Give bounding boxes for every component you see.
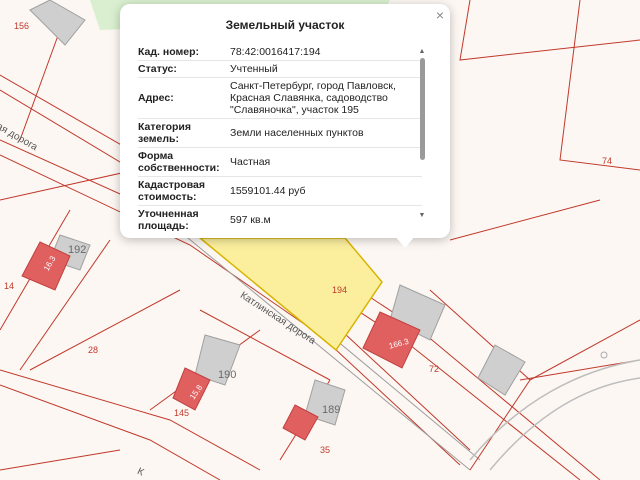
popup-tail <box>395 236 415 248</box>
parcel-label: 72 <box>429 364 440 374</box>
parcel-label: 156 <box>14 21 30 31</box>
attribute-label: Категория земель: <box>138 121 192 145</box>
attribute-label: Статус: <box>138 63 177 75</box>
attribute-row: Адрес: Санкт-Петербург, город Павловск, … <box>138 78 422 119</box>
building-number: 190 <box>218 369 237 381</box>
attribute-row: Кад. номер: 78:42:0016417:194 <box>138 44 422 61</box>
attribute-row: Категория земель: Земли населенных пункт… <box>138 119 422 148</box>
map-marker <box>600 351 608 359</box>
attribute-row: Кадастровая стоимость: 1559101.44 руб <box>138 177 422 206</box>
building-number: 189 <box>322 404 341 416</box>
parcel-boundary <box>0 449 121 471</box>
road-lower <box>0 369 261 471</box>
attribute-value: 597 кв.м <box>230 213 271 226</box>
selected-parcel-label: 194 <box>332 285 348 295</box>
building-number: 192 <box>68 244 87 256</box>
scroll-thumb[interactable] <box>420 58 425 160</box>
building <box>477 344 526 396</box>
attribute-value: 1559101.44 руб <box>230 185 306 197</box>
attribute-value: Земли населенных пунктов <box>230 127 364 139</box>
attribute-label: Кадастровая стоимость: <box>138 179 205 203</box>
attribute-label: Форма собственности: <box>138 150 220 174</box>
attribute-row: Уточненная площадь: 597 кв.м <box>138 206 422 233</box>
attribute-label: Кад. номер: <box>138 46 200 58</box>
scroll-up-icon[interactable]: ▲ <box>418 48 426 56</box>
parcel-label: 35 <box>320 445 331 455</box>
parcel-boundary <box>449 199 601 241</box>
parcel-label: 145 <box>174 408 190 418</box>
parcel-attributes: Кад. номер: 78:42:0016417:194 Статус: Уч… <box>138 44 422 233</box>
attribute-row: Статус: Учтенный <box>138 61 422 78</box>
scroll-down-icon[interactable]: ▼ <box>418 212 426 220</box>
parcel-boundary <box>29 289 181 371</box>
parcel-label: 14 <box>4 281 15 291</box>
attribute-row: Форма собственности: Частная <box>138 148 422 177</box>
parcel-boundary <box>19 29 61 141</box>
parcel-label: 74 <box>602 156 613 166</box>
close-icon[interactable]: × <box>433 8 447 22</box>
parcel-boundary <box>559 0 640 171</box>
popup-title: Земельный участок <box>225 18 345 32</box>
path-grey <box>489 377 640 471</box>
popup-scrollbar[interactable]: ▲ ▼ <box>418 48 426 220</box>
parcel-boundary <box>529 319 640 381</box>
parcel-boundary <box>459 0 640 61</box>
attribute-value: Санкт-Петербург, город Павловск, Красная… <box>230 80 396 116</box>
attribute-label: Адрес: <box>138 92 174 104</box>
attribute-value: Частная <box>230 156 271 168</box>
parcel-info-popup: Земельный участок × Кад. номер: 78:42:00… <box>120 4 450 248</box>
parcel-label: 28 <box>88 345 99 355</box>
attribute-label: Уточненная площадь: <box>138 207 199 232</box>
attribute-value: 78:42:0016417:194 <box>230 46 321 58</box>
attribute-value: Учтенный <box>230 63 278 75</box>
